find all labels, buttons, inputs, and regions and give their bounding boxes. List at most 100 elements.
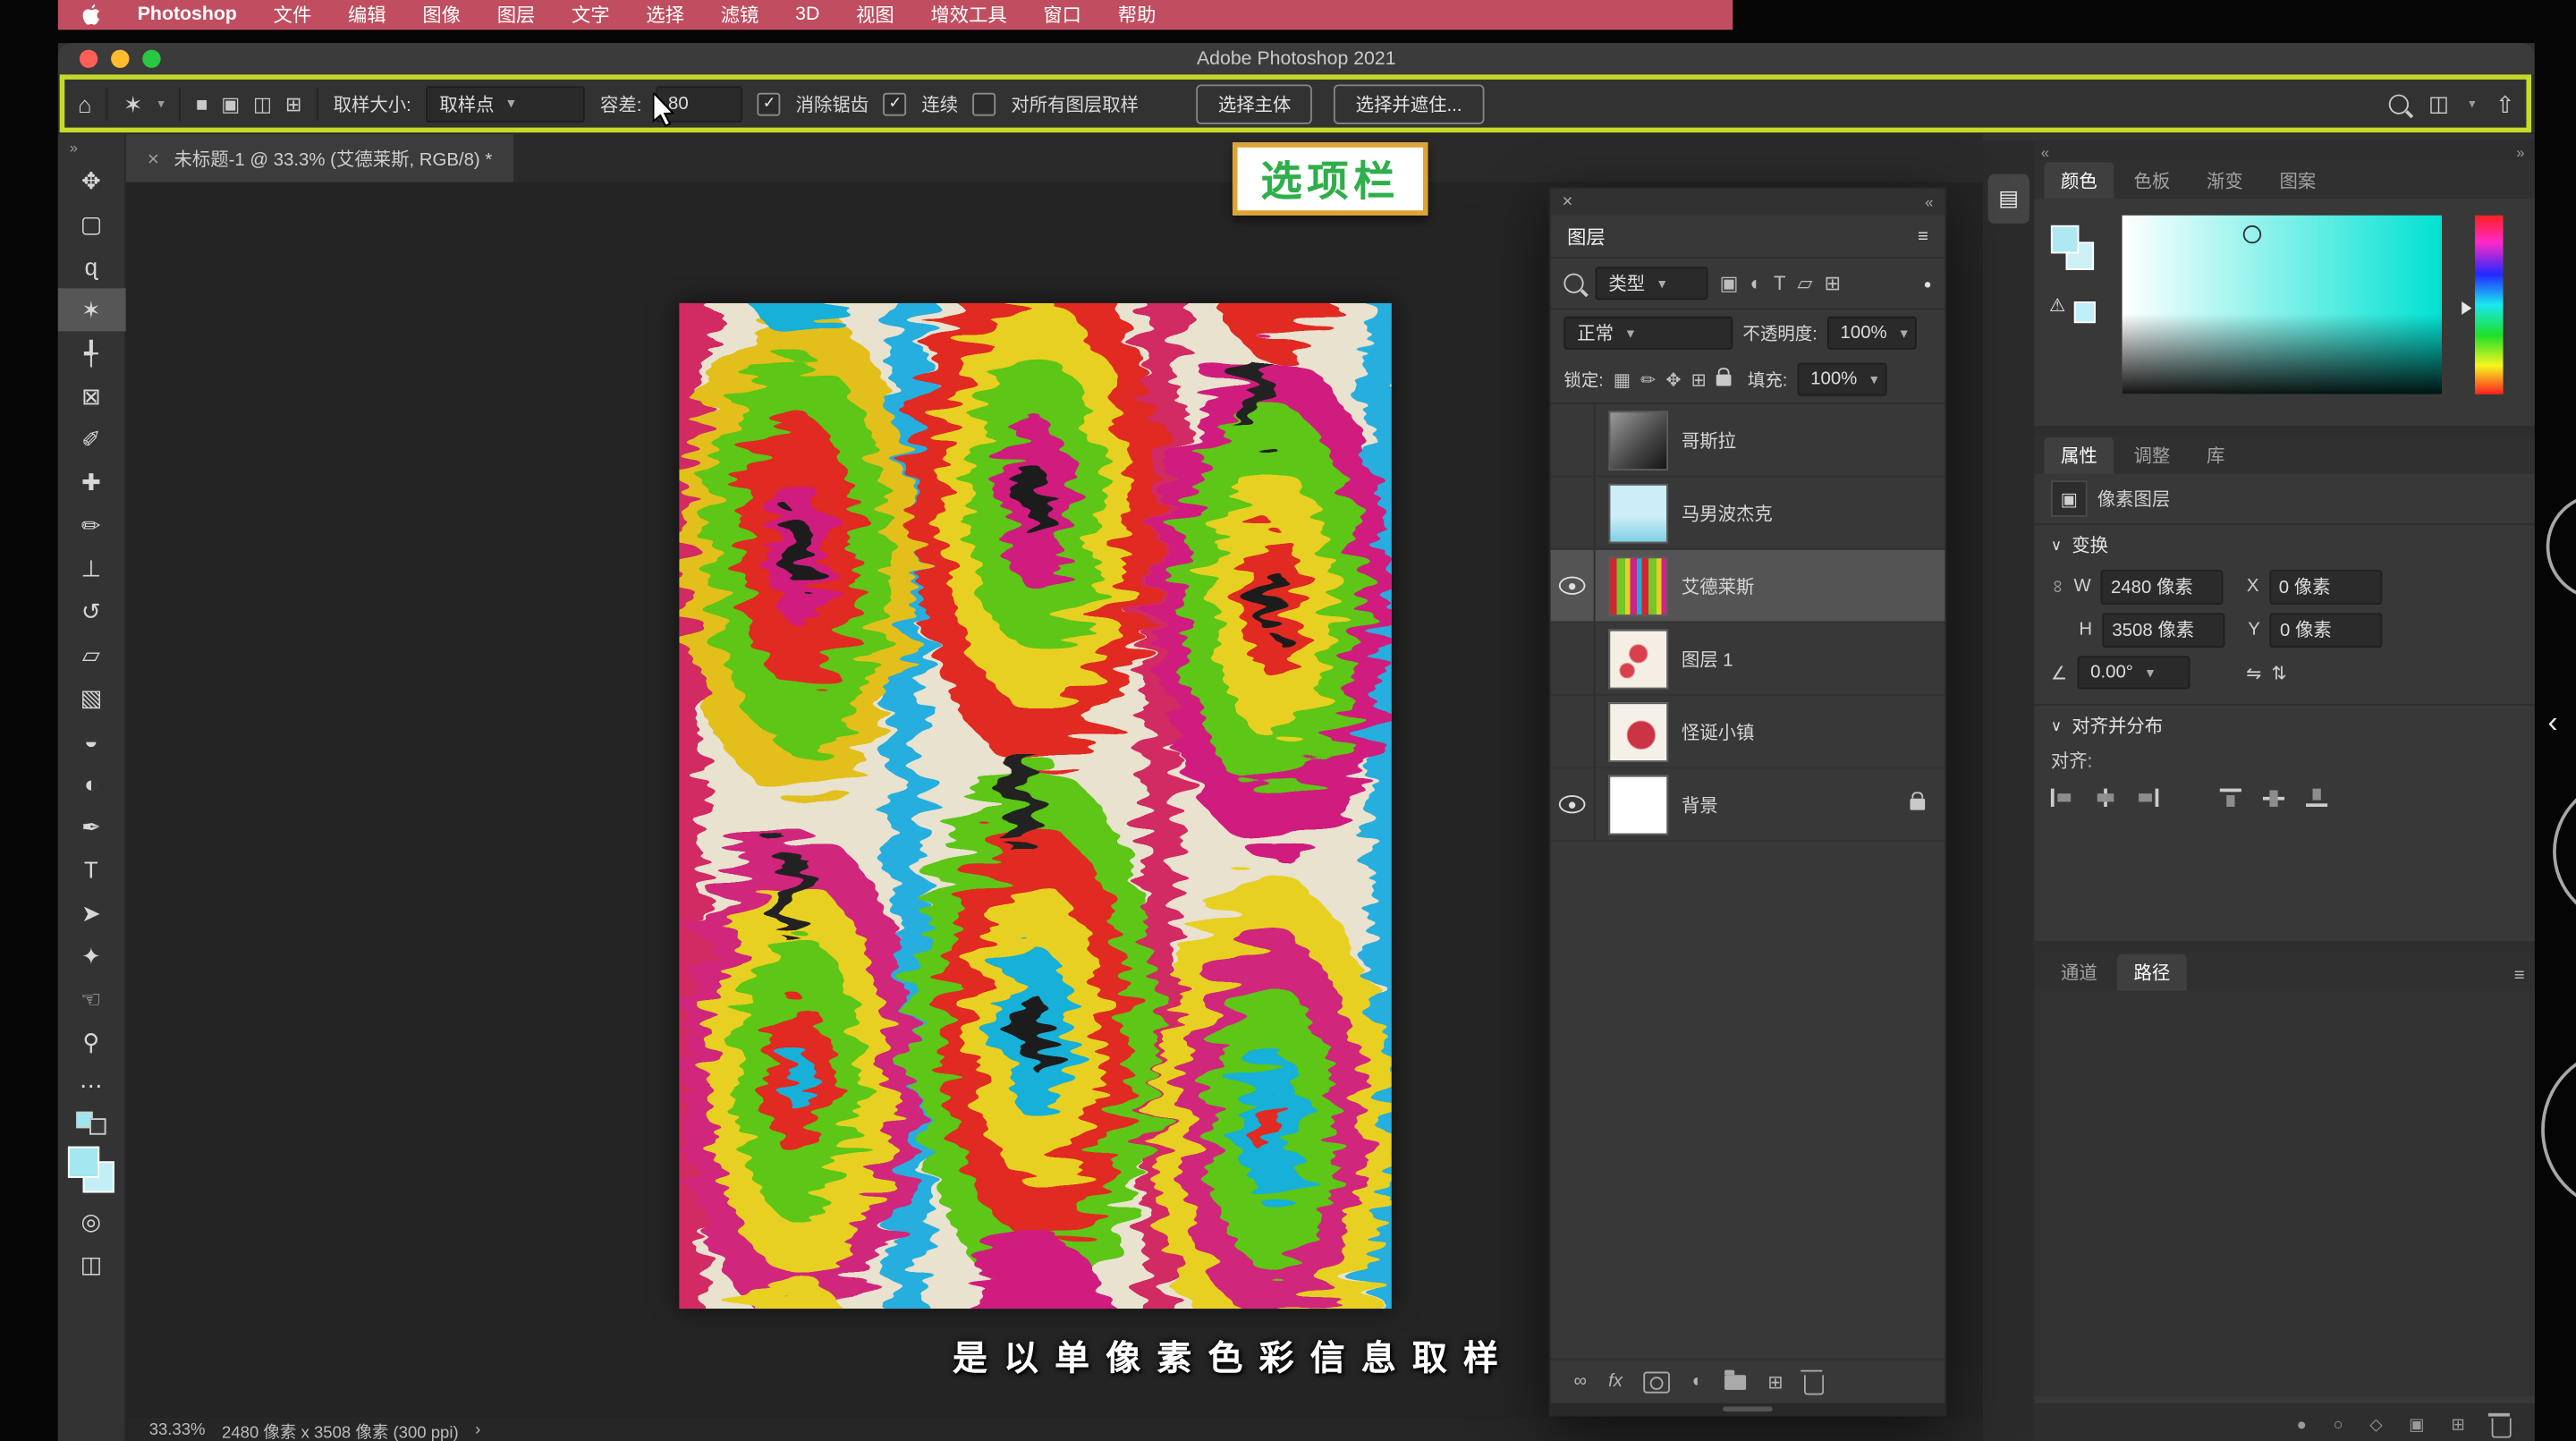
tab-color[interactable]: 颜色: [2044, 163, 2114, 199]
brush-tool-button[interactable]: ✏: [57, 504, 125, 547]
visibility-toggle[interactable]: [1551, 768, 1596, 840]
menu-type[interactable]: 文字: [572, 2, 610, 29]
section-chevron-icon[interactable]: ∨: [2051, 536, 2062, 554]
pen-tool-button[interactable]: ✒: [57, 805, 125, 848]
align-right-icon[interactable]: [2137, 788, 2158, 806]
height-input[interactable]: 3508 像素: [2102, 612, 2224, 647]
layer-effects-icon[interactable]: fx: [1608, 1372, 1623, 1392]
clone-stamp-tool-button[interactable]: ⊥: [57, 547, 125, 589]
tab-properties[interactable]: 属性: [2044, 437, 2114, 474]
add-mask-icon[interactable]: [1644, 1371, 1671, 1393]
tab-adjustments[interactable]: 调整: [2117, 437, 2187, 474]
chevron-down-icon[interactable]: ▾: [2469, 96, 2475, 111]
blend-mode-select[interactable]: 正常: [1563, 317, 1733, 350]
history-brush-tool-button[interactable]: ↺: [57, 589, 125, 632]
document-tab[interactable]: × 未标题-1 @ 33.3% (艾德莱斯, RGB/8) *: [126, 134, 514, 182]
layer-filter-type-select[interactable]: 类型: [1596, 267, 1708, 300]
menu-plugins[interactable]: 增效工具: [930, 2, 1006, 29]
saturation-picker[interactable]: [2123, 216, 2442, 394]
tab-layers[interactable]: 图层: [1567, 223, 1606, 250]
workspace-icon[interactable]: ◫: [2428, 93, 2449, 114]
adjustment-layer-icon[interactable]: ◐: [1692, 1372, 1703, 1392]
filter-type-icon[interactable]: T: [1774, 272, 1786, 295]
layer-thumbnail[interactable]: [1608, 629, 1668, 689]
new-layer-icon[interactable]: ⊞: [1767, 1371, 1783, 1393]
move-tool-button[interactable]: ✥: [57, 159, 125, 202]
layer-row[interactable]: 马男波杰克: [1551, 477, 1945, 549]
tab-paths[interactable]: 路径: [2117, 954, 2187, 991]
width-input[interactable]: 2480 像素: [2101, 569, 2224, 604]
intersect-selection-icon[interactable]: ⊞: [285, 92, 302, 115]
toolbar-collapse-icon[interactable]: »: [58, 134, 78, 159]
menu-app-name[interactable]: Photoshop: [138, 5, 237, 25]
panel-menu-icon[interactable]: ≡: [2514, 966, 2525, 991]
menu-window[interactable]: 窗口: [1043, 2, 1081, 29]
tab-libraries[interactable]: 库: [2190, 437, 2241, 474]
menu-filter[interactable]: 滤镜: [721, 2, 759, 29]
dock-collapse-right-icon[interactable]: »: [2516, 144, 2524, 161]
lock-transparency-icon[interactable]: ▦: [1614, 369, 1631, 390]
layer-row-selected[interactable]: 艾德莱斯: [1551, 550, 1945, 623]
menu-3d[interactable]: 3D: [795, 5, 819, 25]
layers-panel-close-icon[interactable]: ×: [1563, 192, 1573, 212]
new-selection-icon[interactable]: ■: [196, 92, 208, 115]
layer-row[interactable]: 哥斯拉: [1551, 404, 1945, 477]
select-and-mask-button[interactable]: 选择并遮住...: [1335, 84, 1484, 123]
tab-channels[interactable]: 通道: [2044, 954, 2114, 991]
y-input[interactable]: 0 像素: [2270, 612, 2383, 647]
layer-row[interactable]: 怪诞小镇: [1551, 696, 1945, 768]
home-icon[interactable]: ⌂: [78, 92, 92, 115]
visibility-toggle[interactable]: [1551, 696, 1596, 767]
marquee-tool-button[interactable]: ▢: [57, 202, 125, 245]
crop-tool-button[interactable]: ╃: [57, 331, 125, 374]
link-dimensions-icon[interactable]: ∞: [2047, 580, 2067, 593]
quick-mask-button[interactable]: ◎: [57, 1199, 125, 1242]
path-mask-icon[interactable]: ▣: [2409, 1417, 2425, 1435]
lock-pixels-icon[interactable]: ✏: [1640, 369, 1656, 390]
hand-tool-button[interactable]: ☜: [57, 978, 125, 1021]
section-chevron-icon[interactable]: ∨: [2051, 716, 2062, 734]
layer-row[interactable]: 背景: [1551, 768, 1945, 841]
select-subject-button[interactable]: 选择主体: [1197, 84, 1313, 123]
layer-search-icon[interactable]: [1563, 274, 1583, 293]
lock-artboard-icon[interactable]: ⊞: [1691, 369, 1707, 390]
window-title-bar[interactable]: Adobe Photoshop 2021: [58, 43, 2535, 74]
align-horizontal-center-icon[interactable]: [2094, 788, 2115, 806]
foreground-background-swatches[interactable]: [66, 1145, 116, 1195]
type-tool-button[interactable]: T: [57, 848, 125, 891]
path-selection-icon[interactable]: ◇: [2369, 1417, 2382, 1435]
layer-thumbnail[interactable]: [1608, 483, 1668, 543]
align-bottom-icon[interactable]: [2306, 788, 2327, 806]
dodge-tool-button[interactable]: ◐: [57, 762, 125, 805]
subtract-from-selection-icon[interactable]: ◫: [253, 92, 272, 115]
blur-tool-button[interactable]: ◒: [57, 719, 125, 762]
hue-slider-marker[interactable]: [2462, 301, 2471, 315]
search-icon[interactable]: [2389, 94, 2409, 114]
filter-toggle-icon[interactable]: ●: [1924, 275, 1932, 291]
menu-image[interactable]: 图像: [422, 2, 461, 29]
canvas-image[interactable]: [679, 303, 1391, 1309]
gradient-tool-button[interactable]: ▧: [57, 676, 125, 719]
tab-swatches[interactable]: 色板: [2117, 163, 2187, 199]
healing-brush-tool-button[interactable]: ✚: [57, 461, 125, 504]
layers-panel-collapse-icon[interactable]: «: [1925, 194, 1933, 211]
collapsed-panel-button[interactable]: ▤: [1988, 174, 2029, 224]
menu-file[interactable]: 文件: [274, 2, 312, 29]
tab-gradients[interactable]: 渐变: [2190, 163, 2259, 199]
magic-wand-tool-button[interactable]: ✶: [57, 288, 125, 331]
magic-wand-preset-icon[interactable]: ✶: [123, 92, 143, 115]
angle-select[interactable]: 0.00°: [2077, 656, 2190, 689]
foreground-color-swatch[interactable]: [2051, 225, 2079, 253]
hue-slider[interactable]: [2475, 216, 2503, 394]
flip-vertical-icon[interactable]: ⇅: [2271, 662, 2286, 683]
eraser-tool-button[interactable]: ▱: [57, 633, 125, 676]
gamut-warning-icon[interactable]: ⚠: [2049, 295, 2065, 317]
layer-thumbnail[interactable]: [1608, 701, 1668, 761]
stroke-path-icon[interactable]: ○: [2334, 1417, 2343, 1435]
apple-icon[interactable]: [81, 4, 101, 27]
menu-edit[interactable]: 编辑: [348, 2, 386, 29]
filter-shape-icon[interactable]: ▱: [1797, 272, 1812, 295]
delete-path-icon[interactable]: [2492, 1418, 2512, 1437]
screen-mode-button[interactable]: ◫: [57, 1242, 125, 1285]
filter-smart-object-icon[interactable]: ⊞: [1824, 272, 1841, 295]
